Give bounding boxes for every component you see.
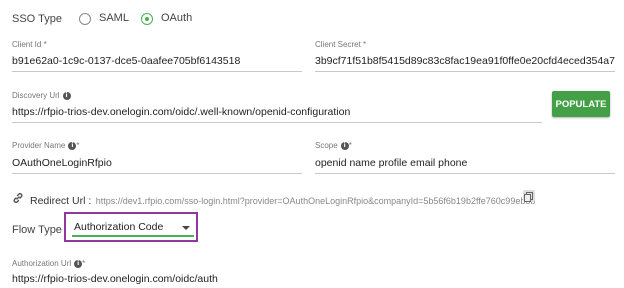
client-secret-field[interactable]: 3b9cf71f51b8f5415d89c83c8fac19ea91f0ffe0… bbox=[315, 55, 615, 67]
oauth-label: OAuth bbox=[161, 12, 193, 24]
flow-type-select[interactable]: Authorization Code bbox=[72, 221, 194, 235]
flow-type-selected-value: Authorization Code bbox=[74, 221, 164, 233]
authorization-url-field[interactable]: https://rfpio-trios-dev.onelogin.com/oid… bbox=[12, 273, 542, 285]
link-icon bbox=[12, 191, 24, 209]
client-secret-label: Client Secret * bbox=[315, 40, 367, 49]
provider-name-label: Provider Name i * bbox=[12, 141, 80, 150]
client-id-underline bbox=[12, 71, 302, 72]
saml-label: SAML bbox=[99, 12, 129, 24]
client-secret-underline bbox=[315, 71, 615, 72]
provider-name-field[interactable]: OAuthOneLoginRfpio bbox=[12, 157, 302, 169]
info-icon: i bbox=[74, 259, 83, 268]
client-id-label: Client Id * bbox=[12, 40, 47, 49]
info-icon: i bbox=[62, 91, 71, 100]
redirect-url-row: Redirect Url : https://dev1.rfpio.com/ss… bbox=[30, 191, 535, 209]
flow-type-underline bbox=[72, 235, 194, 237]
redirect-url-label: Redirect Url : bbox=[30, 195, 92, 207]
scope-field[interactable]: openid name profile email phone bbox=[315, 157, 615, 169]
flow-type-label: Flow Type bbox=[12, 224, 62, 236]
discovery-url-label: Discovery Url i bbox=[12, 91, 71, 100]
discovery-url-underline bbox=[12, 122, 542, 123]
copy-icon[interactable] bbox=[523, 190, 535, 202]
discovery-url-field[interactable]: https://rfpio-trios-dev.onelogin.com/oid… bbox=[12, 106, 542, 118]
client-id-field[interactable]: b91e62a0-1c9c-0137-dce5-0aafee705bf61435… bbox=[12, 55, 302, 67]
saml-radio[interactable] bbox=[79, 13, 91, 25]
info-icon: i bbox=[340, 141, 349, 150]
redirect-url-value[interactable]: https://dev1.rfpio.com/sso-login.html?pr… bbox=[96, 196, 536, 206]
sso-type-label: SSO Type bbox=[12, 13, 62, 25]
scope-label: Scope i * bbox=[315, 141, 352, 150]
provider-name-underline bbox=[12, 173, 302, 174]
populate-button[interactable]: POPULATE bbox=[552, 91, 610, 117]
chevron-down-icon bbox=[182, 226, 190, 230]
authorization-url-label: Authorization Url i * bbox=[12, 259, 86, 268]
oauth-radio[interactable] bbox=[141, 13, 153, 25]
scope-underline bbox=[315, 173, 615, 174]
